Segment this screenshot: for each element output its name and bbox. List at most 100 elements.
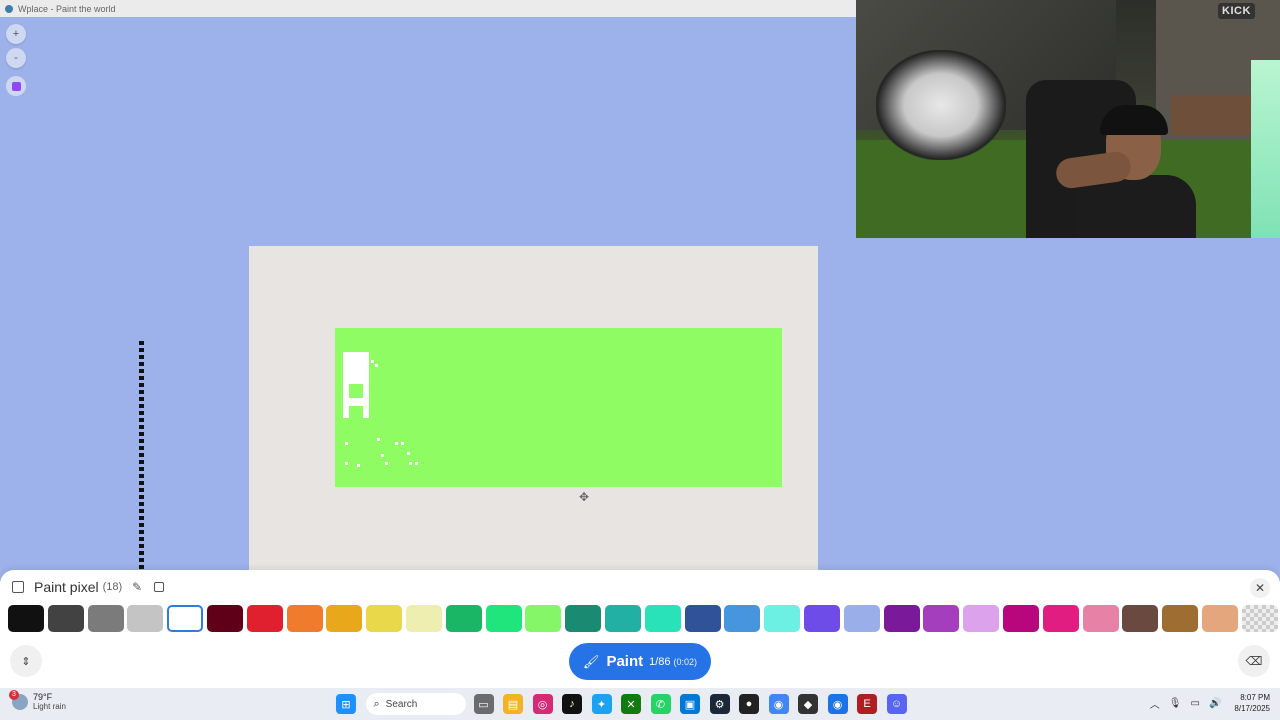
zoom-out-button[interactable]: - (6, 48, 26, 68)
color-swatch[interactable] (1042, 605, 1079, 632)
color-swatch[interactable] (644, 605, 681, 632)
paint-button-label: Paint (606, 653, 644, 670)
color-swatch[interactable] (485, 605, 522, 632)
display-icon[interactable]: ▭ (1191, 698, 1200, 709)
white-pixel (345, 462, 348, 465)
store-icon[interactable]: ▣ (680, 694, 700, 714)
color-swatch[interactable] (47, 605, 84, 632)
tiktok-icon[interactable]: ♪ (562, 694, 582, 714)
white-pixel (371, 360, 374, 363)
eraser-button[interactable]: ⌫ (1238, 645, 1270, 677)
paint-timer: (0:02) (673, 656, 698, 667)
color-swatch[interactable] (127, 605, 164, 632)
color-swatch[interactable] (445, 605, 482, 632)
chrome-profile-icon[interactable]: ◉ (827, 694, 848, 714)
save-icon[interactable] (154, 582, 165, 592)
crosshair-cursor-icon: ✥ (579, 490, 590, 504)
task-view-icon[interactable]: ▭ (473, 694, 494, 714)
color-swatch[interactable] (565, 605, 602, 632)
search-icon: ⌕ (373, 697, 380, 710)
expand-icon[interactable] (12, 581, 24, 593)
color-swatch[interactable] (803, 605, 840, 632)
color-swatch[interactable] (684, 605, 721, 632)
color-swatch[interactable] (923, 605, 960, 632)
webcam-motorcycle (876, 50, 1006, 160)
white-pixel (395, 442, 398, 445)
close-icon[interactable]: ✕ (1250, 578, 1270, 598)
whatsapp-icon[interactable]: ✆ (650, 694, 671, 714)
color-swatch[interactable] (246, 605, 283, 632)
color-swatch[interactable] (87, 605, 124, 632)
paint-charges: 1/86 (649, 655, 671, 668)
pencil-icon[interactable]: ✎ (132, 580, 142, 594)
clock[interactable]: 8:07 PM 8/17/2025 (1234, 692, 1270, 714)
color-swatch[interactable] (8, 605, 44, 632)
color-swatch[interactable] (1162, 605, 1199, 632)
white-pixel (375, 364, 378, 367)
white-pixel (381, 454, 384, 457)
chrome-icon[interactable]: ◉ (768, 694, 789, 714)
color-swatch[interactable] (604, 605, 641, 632)
clock-date: 8/17/2025 (1234, 704, 1270, 713)
steam-icon[interactable]: ⚙ (709, 694, 730, 714)
microphone-icon[interactable]: 🎙 (1169, 698, 1182, 709)
color-swatch[interactable] (525, 605, 562, 632)
obs-icon[interactable]: ● (739, 694, 759, 714)
color-swatch[interactable] (883, 605, 920, 632)
twitch-button[interactable] (6, 76, 26, 96)
kick-logo: KICK (1218, 3, 1255, 19)
panel-title: Paint pixel (34, 579, 99, 595)
color-swatch[interactable] (843, 605, 880, 632)
color-swatch[interactable] (206, 605, 243, 632)
brush-icon: 🖌 (582, 653, 600, 669)
color-swatch[interactable] (286, 605, 323, 632)
webcam-streamer (1054, 95, 1196, 238)
pixel-count: (18) (102, 581, 123, 593)
color-palette (8, 605, 1280, 632)
pixel-artwork-board[interactable] (249, 246, 818, 570)
instagram-icon[interactable]: ◎ (532, 694, 553, 714)
system-tray: ︿ 🎙 ▭ 🔊 8:07 PM 8/17/2025 (1150, 692, 1270, 714)
color-swatch[interactable] (764, 605, 801, 632)
weather-temp: 79°F (33, 692, 53, 702)
white-pixel (385, 462, 388, 465)
discord-icon[interactable]: ☺ (886, 694, 907, 714)
color-swatch[interactable] (405, 605, 442, 632)
taskbar-apps: ⊞ ⌕ Search ▭ ▤ ◎ ♪ ✦ ✕ ✆ ▣ ⚙ ● ◉ ◆ ◉ E ☺ (336, 693, 916, 715)
weather-badge: 3 (9, 689, 19, 700)
color-swatch[interactable] (326, 605, 363, 632)
white-pixel (415, 462, 418, 465)
color-swatch[interactable] (724, 605, 761, 632)
zoom-in-button[interactable]: + (6, 24, 26, 44)
color-swatch[interactable] (1082, 605, 1119, 632)
epic-games-icon[interactable]: E (857, 694, 877, 714)
app-icon[interactable]: ◆ (798, 694, 818, 714)
white-pixel (409, 462, 412, 465)
windows-start-icon[interactable]: ⊞ (336, 694, 356, 714)
color-swatch[interactable] (366, 605, 403, 632)
tab-title: Wplace - Paint the world (18, 3, 116, 14)
twitter-icon[interactable]: ✦ (591, 694, 612, 714)
green-pixel-area (335, 328, 782, 487)
expand-collapse-button[interactable]: ⇕ (10, 645, 42, 677)
paint-panel: Paint pixel (18) ✎ ✕ ⇕ 🖌 Paint 1/86 (0:0… (0, 570, 1280, 688)
browser-title-bar: Wplace - Paint the world (0, 0, 856, 17)
color-swatch[interactable] (1122, 605, 1159, 632)
color-swatch[interactable] (963, 605, 1000, 632)
weather-widget[interactable]: 3 79°F Light rain (9, 689, 66, 711)
file-explorer-icon[interactable]: ▤ (503, 694, 523, 714)
white-pixel (407, 452, 410, 455)
chevron-up-icon[interactable]: ︿ (1150, 696, 1160, 711)
color-swatch[interactable] (167, 605, 204, 632)
xbox-icon[interactable]: ✕ (621, 694, 641, 714)
taskbar-search[interactable]: ⌕ Search (365, 693, 466, 715)
color-swatch[interactable] (1002, 605, 1039, 632)
color-swatch[interactable] (1201, 605, 1238, 632)
volume-icon[interactable]: 🔊 (1209, 698, 1221, 709)
green-pixel-gap (349, 384, 363, 398)
paint-button[interactable]: 🖌 Paint 1/86 (0:02) (569, 643, 711, 680)
color-swatch-transparent[interactable] (1241, 605, 1278, 632)
weather-condition: Light rain (33, 702, 66, 711)
white-pixel (357, 464, 360, 467)
white-pixel (377, 438, 380, 441)
